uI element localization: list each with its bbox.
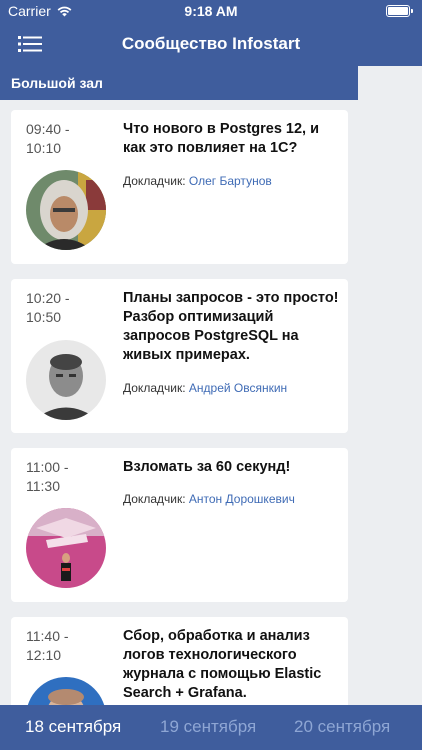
- hall-header: Большой зал: [0, 66, 358, 100]
- date-tab-bar: 18 сентября 19 сентября 20 сентября: [0, 705, 422, 750]
- status-bar: Carrier 9:18 AM: [0, 0, 422, 22]
- talk-title: Взломать за 60 секунд!: [123, 459, 291, 475]
- top-bar: Carrier 9:18 AM Сообщество Infostart: [0, 0, 422, 66]
- speaker-link[interactable]: Олег Бартунов: [189, 174, 272, 188]
- page-title: Сообщество Infostart: [121, 34, 301, 53]
- speaker-link[interactable]: Антон Дорошкевич: [189, 492, 295, 506]
- talk-title: Что нового в Postgres 12, и как это повл…: [123, 121, 320, 156]
- talk-time: 09:40 - 10:10: [26, 121, 70, 156]
- tab-sep-20[interactable]: 20 сентября: [294, 717, 390, 737]
- battery-icon: [386, 5, 413, 17]
- speaker-line: Докладчик: Антон Дорошкевич: [123, 492, 295, 506]
- talk-time: 11:40 - 12:10: [26, 628, 69, 663]
- nav-bar: Сообщество Infostart: [0, 22, 422, 66]
- talk-title: Сбор, обработка и анализ логов технологи…: [123, 628, 322, 701]
- talk-card[interactable]: 11:40 - 12:10 Сбор, обработка и анализ л…: [11, 617, 348, 705]
- talk-title: Планы запросов - это просто! Разбор опти…: [123, 290, 339, 363]
- speaker-link[interactable]: Андрей Овсянкин: [189, 381, 287, 395]
- speaker-avatar[interactable]: [26, 340, 106, 420]
- speaker-avatar[interactable]: [26, 508, 106, 588]
- status-time: 9:18 AM: [184, 3, 238, 19]
- talk-time: 10:20 - 10:50: [26, 290, 70, 325]
- speaker-label: Докладчик:: [123, 492, 186, 506]
- talk-card[interactable]: 10:20 - 10:50 Планы запросов - это прост…: [11, 279, 348, 433]
- talk-card[interactable]: 11:00 - 11:30 Взломать за 60 секунд! Док…: [11, 448, 348, 602]
- speaker-label: Докладчик:: [123, 174, 186, 188]
- talk-card[interactable]: 09:40 - 10:10 Что нового в Postgres 12, …: [11, 110, 348, 264]
- speaker-line: Докладчик: Андрей Овсянкин: [123, 381, 287, 395]
- talk-time: 11:00 - 11:30: [26, 459, 69, 494]
- speaker-label: Докладчик:: [123, 381, 186, 395]
- speaker-line: Докладчик: Олег Бартунов: [123, 174, 272, 188]
- talk-list[interactable]: 09:40 - 10:10 Что нового в Postgres 12, …: [0, 100, 358, 705]
- tab-sep-18[interactable]: 18 сентября: [25, 717, 121, 737]
- tab-sep-19[interactable]: 19 сентября: [160, 717, 256, 737]
- speaker-avatar[interactable]: [26, 677, 106, 705]
- speaker-avatar[interactable]: [26, 170, 106, 250]
